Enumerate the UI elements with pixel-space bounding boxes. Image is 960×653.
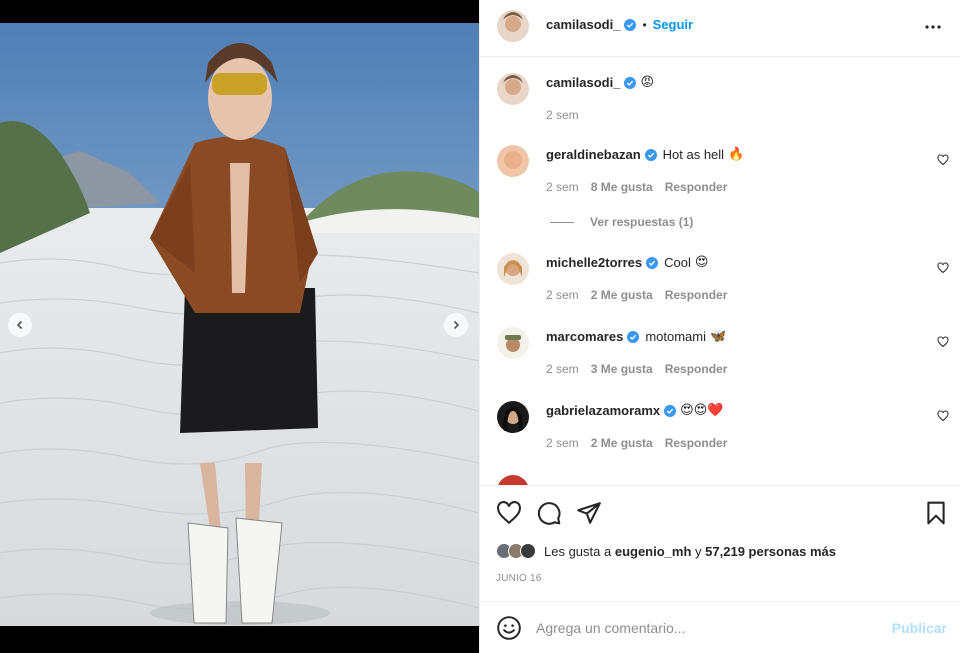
verified-icon: [664, 404, 677, 417]
verified-icon: [624, 18, 637, 31]
avatar[interactable]: [497, 253, 529, 285]
heart-icon[interactable]: [937, 154, 949, 166]
likes-count[interactable]: 57,219 personas más: [705, 544, 836, 559]
heart-icon[interactable]: [937, 410, 949, 422]
verified-icon: [646, 256, 659, 269]
view-replies-label: Ver respuestas (1): [590, 215, 694, 229]
comment-username[interactable]: geraldinebazan: [546, 147, 641, 162]
comment-line: geraldinebazan Hot as hell 🔥: [546, 147, 744, 162]
comment-emoji: 🦋: [710, 329, 727, 344]
carousel-prev-button[interactable]: [8, 313, 32, 337]
comment-meta: 2 sem 2 Me gusta Responder: [546, 288, 727, 302]
comment-input[interactable]: [536, 617, 876, 639]
comment-meta: 2 sem 3 Me gusta Responder: [546, 362, 727, 376]
heart-icon[interactable]: [496, 500, 522, 526]
comment-time[interactable]: 2 sem: [546, 436, 579, 450]
comment-username[interactable]: camilasodi_: [546, 75, 620, 90]
heart-icon[interactable]: [937, 336, 949, 348]
avatar[interactable]: [497, 327, 529, 359]
comment-likes[interactable]: 2 Me gusta: [591, 288, 653, 302]
action-bar: [480, 485, 960, 541]
reply-button[interactable]: Responder: [665, 362, 728, 376]
comment-emoji: 😍: [694, 255, 709, 270]
comment-text: Hot as hell: [662, 147, 725, 162]
avatar[interactable]: [520, 543, 536, 559]
reply-button[interactable]: Responder: [665, 180, 728, 194]
comment-line: michelle2torres Cool 😍: [546, 255, 708, 270]
author-avatar[interactable]: [497, 10, 529, 42]
comment-text: motomami: [645, 329, 707, 344]
comment-text: Cool: [664, 255, 691, 270]
verified-icon: [627, 330, 640, 343]
post-panel: camilasodi_ • Seguir camilasodi_ 😡 2 sem…: [479, 0, 960, 653]
comment-username[interactable]: marcomares: [546, 329, 623, 344]
likes-prefix: Les gusta a: [544, 543, 612, 559]
more-icon[interactable]: [921, 15, 945, 39]
reply-button[interactable]: Responder: [665, 436, 728, 450]
view-replies-button[interactable]: Ver respuestas (1): [550, 215, 693, 229]
emoji-icon[interactable]: [496, 615, 522, 641]
verified-icon: [624, 76, 637, 89]
comment-emoji: 🔥: [728, 147, 745, 162]
verified-icon: [644, 148, 657, 161]
likes-conjunction: y: [695, 543, 702, 559]
comment-time[interactable]: 2 sem: [546, 362, 579, 376]
comment-likes[interactable]: 3 Me gusta: [591, 362, 653, 376]
comment-meta: 2 sem: [546, 108, 579, 122]
chevron-left-icon: [16, 320, 23, 330]
comment-meta: 2 sem 8 Me gusta Responder: [546, 180, 727, 194]
share-icon[interactable]: [576, 500, 602, 526]
comment-line: gabrielazamoramx 😍😍❤️: [546, 403, 723, 418]
publish-button[interactable]: Publicar: [892, 620, 947, 636]
header-user: camilasodi_ • Seguir: [546, 17, 693, 32]
add-comment-bar: Publicar: [480, 601, 960, 653]
post-date[interactable]: JUNIO 16: [496, 573, 542, 584]
comments-list: camilasodi_ 😡 2 sem geraldinebazan Hot a…: [480, 57, 960, 485]
comment-emoji: 😡: [640, 75, 654, 90]
separator-dot: •: [642, 17, 647, 32]
comment-likes[interactable]: 2 Me gusta: [591, 436, 653, 450]
post-header: camilasodi_ • Seguir: [480, 0, 960, 57]
avatar[interactable]: [497, 73, 529, 105]
reply-button[interactable]: Responder: [665, 288, 728, 302]
comment-line: camilasodi_ 😡: [546, 75, 654, 90]
comment-time[interactable]: 2 sem: [546, 108, 579, 122]
bookmark-icon[interactable]: [923, 500, 949, 526]
comment-time[interactable]: 2 sem: [546, 180, 579, 194]
carousel-next-button[interactable]: [444, 313, 468, 337]
heart-icon[interactable]: [937, 262, 949, 274]
comment-icon[interactable]: [536, 500, 562, 526]
comment-likes[interactable]: 8 Me gusta: [591, 180, 653, 194]
comment-line: marcomares motomami 🦋: [546, 329, 726, 344]
divider: [550, 221, 574, 223]
post-photo: [0, 23, 479, 626]
comment-emoji: 😍😍❤️: [680, 403, 724, 418]
likes-user[interactable]: eugenio_mh: [615, 544, 692, 559]
likes-avatars: [496, 543, 536, 559]
avatar[interactable]: [497, 145, 529, 177]
post-media: [0, 0, 479, 653]
comment-username[interactable]: michelle2torres: [546, 255, 642, 270]
follow-button[interactable]: Seguir: [653, 17, 693, 32]
comment-meta: 2 sem 2 Me gusta Responder: [546, 436, 727, 450]
author-username[interactable]: camilasodi_: [546, 17, 620, 32]
comment-time[interactable]: 2 sem: [546, 288, 579, 302]
likes-summary: Les gusta a eugenio_mh y 57,219 personas…: [496, 543, 836, 559]
avatar[interactable]: [497, 475, 529, 485]
comment-username[interactable]: gabrielazamoramx: [546, 403, 660, 418]
avatar[interactable]: [497, 401, 529, 433]
chevron-right-icon: [453, 320, 460, 330]
